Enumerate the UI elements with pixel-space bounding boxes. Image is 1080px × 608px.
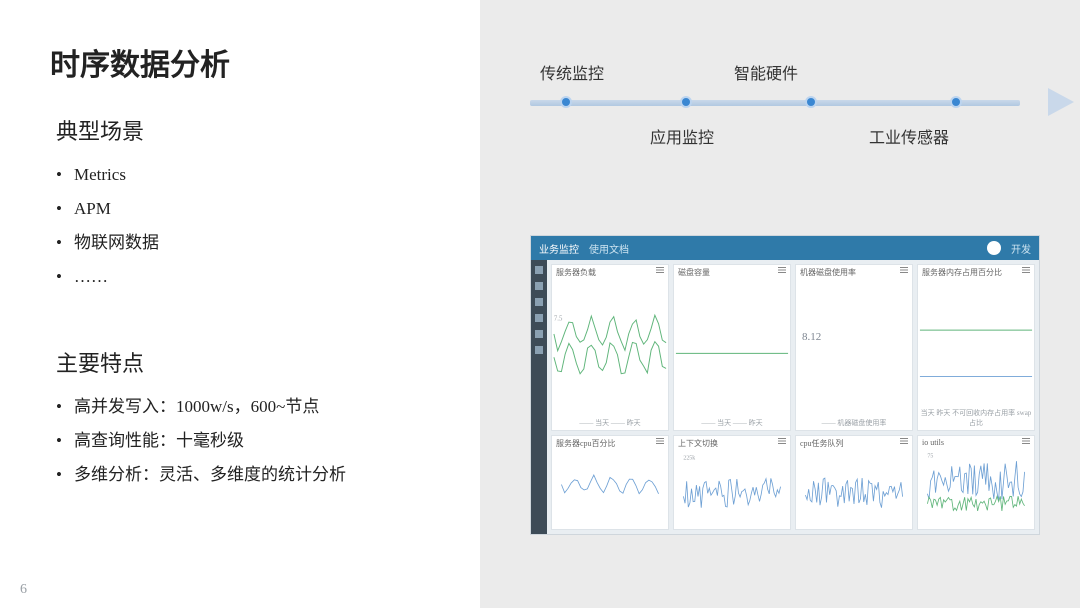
panel-title: io utils: [922, 438, 944, 447]
dashboard-panel: 服务器内存占用百分比当天 昨天 不可回收内存占用率 swap占比: [917, 264, 1035, 431]
sidebar-icon: [535, 314, 543, 322]
arrow-right-icon: [1048, 88, 1074, 116]
hamburger-icon: [778, 267, 786, 273]
dashboard-tab: 业务监控: [539, 241, 579, 256]
timeline-label: 智能硬件: [734, 60, 798, 84]
dashboard-panel: 服务器cpu百分比: [551, 435, 669, 530]
timeline-label: 工业传感器: [869, 124, 949, 148]
svg-text:225k: 225k: [683, 455, 695, 461]
dashboard-panel: cpu任务队列: [795, 435, 913, 530]
panel-legend: —— 当天 —— 昨天: [674, 418, 790, 428]
list-item: 高查询性能：十毫秒级: [74, 424, 470, 458]
panel-stat: 8.12: [802, 331, 821, 343]
dashboard-panel: 服务器负载 7.5 —— 当天 —— 昨天: [551, 264, 669, 431]
dashboard-tab: 使用文档: [589, 241, 629, 256]
panel-title: 服务器cpu百分比: [556, 438, 616, 449]
svg-text:75: 75: [927, 453, 933, 459]
panel-title: 机器磁盘使用率: [800, 267, 856, 278]
user-label: 开发: [1011, 241, 1031, 256]
dashboard-sidebar: [531, 260, 547, 534]
list-item: ……: [74, 260, 470, 294]
panel-legend: —— 机器磁盘使用率: [796, 418, 912, 428]
list-item: 物联网数据: [74, 226, 470, 260]
sidebar-icon: [535, 266, 543, 274]
sidebar-icon: [535, 330, 543, 338]
panel-title: 上下文切换: [678, 438, 718, 449]
hamburger-icon: [1022, 267, 1030, 273]
panel-legend: 当天 昨天 不可回收内存占用率 swap占比: [918, 408, 1034, 428]
slide-title: 时序数据分析: [50, 40, 470, 84]
timeline-node: [805, 96, 817, 108]
dashboard-panel: 磁盘容量 —— 当天 —— 昨天: [673, 264, 791, 431]
panel-legend: —— 当天 —— 昨天: [552, 418, 668, 428]
hamburger-icon: [656, 438, 664, 444]
hamburger-icon: [900, 438, 908, 444]
sidebar-icon: [535, 346, 543, 354]
svg-text:7.5: 7.5: [554, 316, 563, 323]
hamburger-icon: [656, 267, 664, 273]
page-number: 6: [20, 582, 27, 598]
list-item: 多维分析：灵活、多维度的统计分析: [74, 458, 470, 492]
dashboard-panel: 机器磁盘使用率 8.12 —— 机器磁盘使用率: [795, 264, 913, 431]
avatar-icon: [987, 241, 1001, 255]
timeline-node: [680, 96, 692, 108]
timeline: 传统监控 智能硬件 应用监控 工业传感器: [530, 60, 1050, 148]
timeline-label: 传统监控: [540, 60, 604, 84]
section1-heading: 典型场景: [56, 114, 470, 146]
panel-title: cpu任务队列: [800, 438, 844, 449]
list-item: 高并发写入：1000w/s，600~节点: [74, 390, 470, 424]
sidebar-icon: [535, 282, 543, 290]
list-item: APM: [74, 192, 470, 226]
panel-title: 磁盘容量: [678, 267, 710, 278]
dashboard-panel: io utils 75: [917, 435, 1035, 530]
hamburger-icon: [900, 267, 908, 273]
panel-title: 服务器内存占用百分比: [922, 267, 1002, 278]
timeline-label: 应用监控: [650, 124, 714, 148]
section2-heading: 主要特点: [56, 346, 470, 378]
dashboard-screenshot: 业务监控 使用文档 开发 服务器负载 7.5 —— 当天 —— 昨天 磁盘容量 —— 当…: [530, 235, 1040, 535]
dashboard-panel: 上下文切换 225k: [673, 435, 791, 530]
hamburger-icon: [1022, 438, 1030, 444]
list-item: Metrics: [74, 158, 470, 192]
sidebar-icon: [535, 298, 543, 306]
hamburger-icon: [778, 438, 786, 444]
timeline-node: [560, 96, 572, 108]
panel-title: 服务器负载: [556, 267, 596, 278]
timeline-node: [950, 96, 962, 108]
